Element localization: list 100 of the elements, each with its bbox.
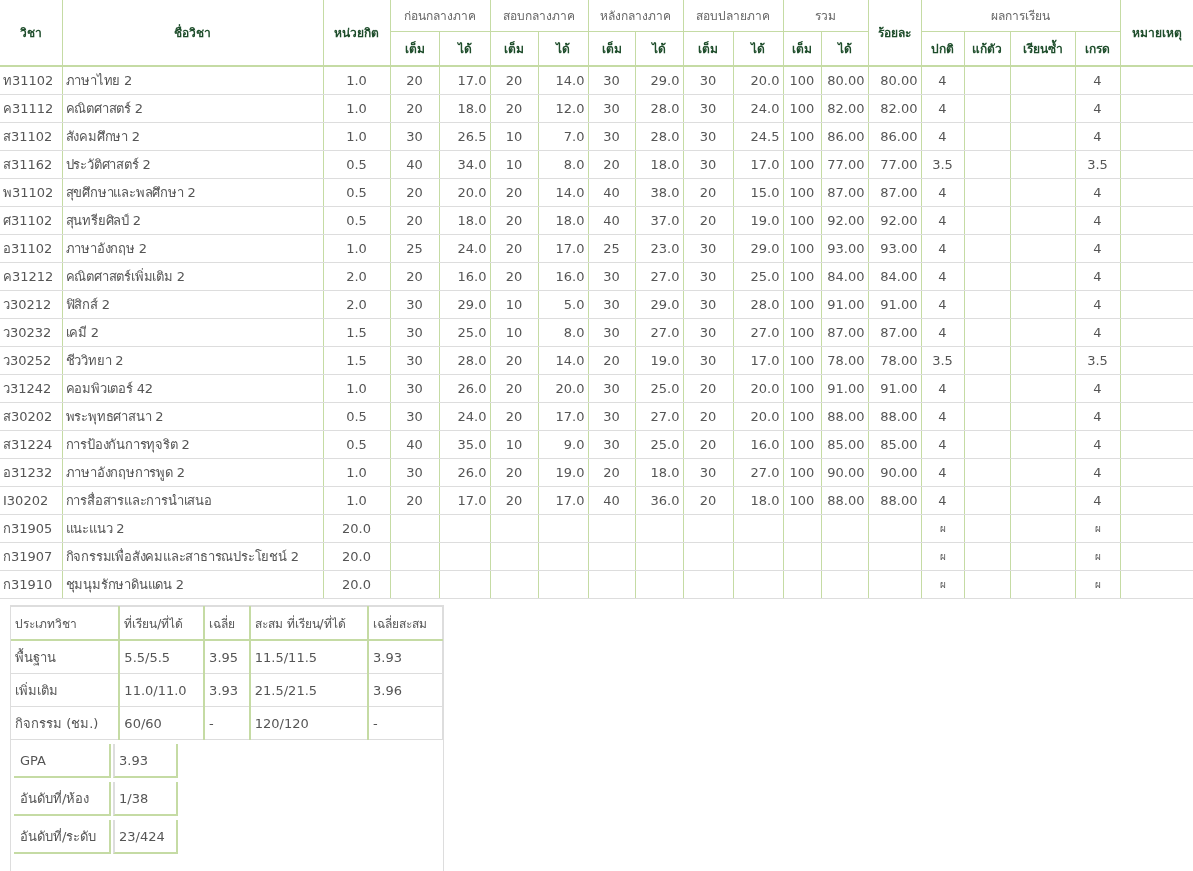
table-cell: 1.5 [346, 353, 367, 368]
table-cell: คณิตศาสตร์ 2 [65, 101, 143, 116]
table-cell: 4 [938, 73, 947, 88]
table-cell: 7.0 [563, 129, 585, 144]
table-cell: 86.00 [880, 129, 918, 144]
stat-label: อันดับที่/ห้อง [20, 790, 90, 806]
table-cell: 30 [603, 297, 620, 312]
table-cell: 25 [406, 241, 423, 256]
table-cell: 14.0 [555, 353, 585, 368]
table-cell: 100 [789, 493, 815, 508]
table-cell: 85.00 [880, 437, 918, 452]
group-header: สอบปลายภาค [683, 0, 783, 32]
table-cell: 4 [1093, 437, 1102, 452]
table-cell: 30 [406, 129, 423, 144]
column-header: เฉลี่ยสะสม [373, 616, 428, 631]
table-cell: 30 [406, 353, 423, 368]
table-cell: 84.00 [827, 269, 865, 284]
table-cell: - [373, 715, 378, 731]
table-cell: 85.00 [827, 437, 865, 452]
group-header: หลังกลางภาค [588, 0, 683, 32]
table-cell: 18.0 [650, 157, 680, 172]
table-cell: 0.5 [346, 185, 367, 200]
table-cell: ส31102 [3, 129, 53, 144]
table-cell: 4 [1093, 409, 1102, 424]
table-cell: 20.0 [750, 409, 780, 424]
table-cell: 20 [603, 465, 620, 480]
column-header: ได้ [538, 31, 588, 66]
table-cell: 18.0 [457, 101, 487, 116]
column-header: ประเภทวิชา [15, 616, 77, 631]
table-cell: 29.0 [457, 297, 487, 312]
table-cell: ผ [939, 579, 946, 590]
table-cell: 30 [603, 381, 620, 396]
table-cell: ส31224 [3, 437, 53, 452]
column-header: ได้ [635, 31, 683, 66]
table-cell: ฟิสิกส์ 2 [65, 297, 110, 312]
stat-value: 23/424 [119, 828, 165, 844]
table-cell: 20 [505, 213, 523, 228]
table-cell: 20 [699, 185, 717, 200]
table-cell: 30 [699, 297, 717, 312]
table-cell: 100 [789, 297, 815, 312]
table-cell: 4 [1093, 269, 1102, 284]
table-cell: 20 [505, 465, 523, 480]
table-cell: 4 [938, 325, 947, 340]
table-cell: 4 [938, 493, 947, 508]
table-cell: 20 [699, 493, 717, 508]
table-cell: 91.00 [880, 297, 918, 312]
table-cell: 10 [505, 325, 523, 340]
table-cell: 88.00 [880, 409, 918, 424]
table-cell: 40 [603, 493, 620, 508]
table-cell: 11.5/11.5 [254, 649, 318, 665]
table-cell: 20.0 [342, 521, 371, 536]
table-cell: 28.0 [650, 101, 680, 116]
table-cell: 27.0 [750, 325, 780, 340]
table-cell: 1.0 [346, 465, 367, 480]
table-cell: คณิตศาสตร์เพิ่มเติม 2 [65, 269, 185, 284]
table-cell: 86.00 [827, 129, 865, 144]
table-cell: 4 [938, 297, 947, 312]
table-cell: 100 [789, 129, 815, 144]
table-cell: 20 [406, 73, 423, 88]
table-cell: 90.00 [880, 465, 918, 480]
table-cell: 25 [603, 241, 620, 256]
table-cell: 4 [1093, 213, 1102, 228]
table-cell: 19.0 [750, 213, 780, 228]
table-cell: สุขศึกษาและพลศึกษา 2 [65, 185, 196, 200]
table-cell: 20 [603, 157, 620, 172]
table-cell: 15.0 [750, 185, 780, 200]
table-cell: 24.0 [457, 241, 487, 256]
table-cell: คอมพิวเตอร์ 42 [65, 381, 153, 396]
stat-label: GPA [20, 752, 46, 768]
table-cell: 20 [406, 185, 423, 200]
table-cell: พ31102 [3, 185, 54, 200]
table-cell: 11.0/11.0 [124, 682, 187, 698]
table-cell: 100 [789, 465, 815, 480]
column-header: เต็ม [683, 31, 733, 66]
column-header: เต็ม [588, 31, 635, 66]
column-header: เต็ม [490, 31, 538, 66]
table-cell: 37.0 [650, 213, 680, 228]
table-cell: 30 [603, 269, 620, 284]
column-header: ร้อยละ [868, 0, 921, 66]
table-cell: ศ31102 [3, 213, 53, 228]
table-cell: 30 [603, 325, 620, 340]
table-cell: 4 [938, 129, 947, 144]
table-cell: 1.0 [346, 241, 367, 256]
column-header: หน่วยกิต [323, 0, 390, 66]
table-cell: 20 [406, 213, 423, 228]
table-cell: 4 [938, 269, 947, 284]
table-cell: 36.0 [650, 493, 680, 508]
table-cell: 100 [789, 241, 815, 256]
table-cell: 27.0 [650, 409, 680, 424]
table-cell: 20 [699, 437, 717, 452]
table-cell: 12.0 [555, 101, 585, 116]
table-cell: 30 [699, 129, 717, 144]
table-cell: 25.0 [750, 269, 780, 284]
table-cell: 30 [406, 297, 423, 312]
table-cell: 87.00 [827, 185, 865, 200]
table-cell: 10 [505, 437, 523, 452]
table-cell: 4 [938, 465, 947, 480]
group-header: ผลการเรียน [921, 0, 1120, 32]
table-cell: 100 [789, 157, 815, 172]
table-cell: 87.00 [880, 185, 918, 200]
